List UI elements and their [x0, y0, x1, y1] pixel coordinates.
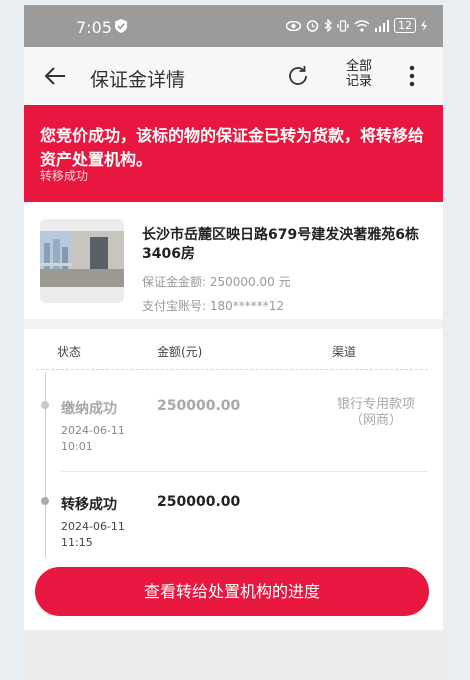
asset-thumbnail [40, 219, 124, 303]
header-divider [36, 369, 428, 370]
result-banner: 您竞价成功，该标的物的保证金已转为货款，将转移给资产处置机构。 转移成功 [24, 105, 443, 202]
row-status: 缴纳成功 [61, 401, 117, 417]
banner-status: 转移成功 [40, 169, 89, 183]
view-progress-button[interactable]: 查看转给处置机构的进度 [35, 567, 429, 616]
row-amount: 250000.00 [157, 398, 241, 414]
row-channel: 银行专用款项 （网商） [330, 397, 422, 429]
all-records-button[interactable]: 全部 记录 [344, 59, 374, 89]
alipay-label: 支付宝账号: [142, 299, 207, 313]
row-time: 10:01 [61, 440, 93, 453]
timeline-line [45, 372, 46, 557]
back-arrow-icon[interactable] [44, 67, 66, 85]
row-datetime: 2024-06-11 11:15 [61, 519, 125, 551]
eye-icon [286, 20, 301, 31]
row-time: 11:15 [61, 536, 93, 549]
banner-message: 您竞价成功，该标的物的保证金已转为货款，将转移给资产处置机构。 [40, 126, 425, 169]
record-table-header: 状态 金额(元) 渠道 [24, 329, 443, 371]
status-icons: 12 [286, 18, 427, 33]
deposit-amount-row: 保证金金额: 250000.00 元 [142, 273, 291, 290]
records-label-line1: 全部 [345, 59, 372, 74]
signal-icon [375, 19, 389, 32]
row-status: 转移成功 [61, 497, 117, 513]
deposit-label: 保证金金额: [142, 275, 207, 289]
top-nav: 保证金详情 全部 记录 [24, 47, 443, 105]
row-channel-line1: 银行专用款项 [336, 397, 415, 412]
status-bar: 7:05 12 [24, 5, 443, 47]
section-divider [24, 319, 443, 329]
bottom-area [24, 630, 443, 680]
charging-icon [421, 20, 427, 31]
alarm-icon [306, 20, 319, 32]
more-options-icon[interactable] [409, 65, 415, 87]
row-divider [61, 471, 429, 472]
refresh-icon[interactable] [286, 64, 310, 88]
row-amount: 250000.00 [157, 494, 241, 510]
timeline-dot [41, 401, 49, 409]
page-title: 保证金详情 [90, 69, 186, 91]
deposit-value: 250000.00 元 [209, 275, 291, 289]
bluetooth-icon [324, 19, 332, 32]
header-amount: 金额(元) [157, 345, 203, 359]
records-label-line2: 记录 [345, 74, 372, 89]
header-status: 状态 [57, 345, 82, 359]
vibrate-icon [337, 19, 349, 32]
row-datetime: 2024-06-11 10:01 [61, 423, 125, 455]
timeline-dot [41, 497, 49, 505]
row-channel-line2: （网商） [349, 413, 402, 428]
row-date: 2024-06-11 [61, 424, 125, 437]
wifi-icon [354, 19, 370, 32]
app-screen: 7:05 12 保证金详情 全部 记录 您竞价成功，该标的物的保证金已转为货款，… [24, 5, 443, 680]
status-time: 7:05 [76, 18, 112, 37]
asset-name: 长沙市岳麓区映日路679号建发泱著雅苑6栋3406房 [142, 227, 419, 262]
shield-check-icon [115, 19, 127, 33]
asset-card[interactable]: 长沙市岳麓区映日路679号建发泱著雅苑6栋3406房 保证金金额: 250000… [24, 202, 443, 319]
property-photo [40, 219, 124, 303]
header-channel: 渠道 [332, 345, 357, 359]
alipay-account-row: 支付宝账号: 180******12 [142, 297, 284, 314]
alipay-value: 180******12 [209, 299, 285, 313]
row-date: 2024-06-11 [61, 520, 125, 533]
battery-level: 12 [394, 18, 416, 33]
